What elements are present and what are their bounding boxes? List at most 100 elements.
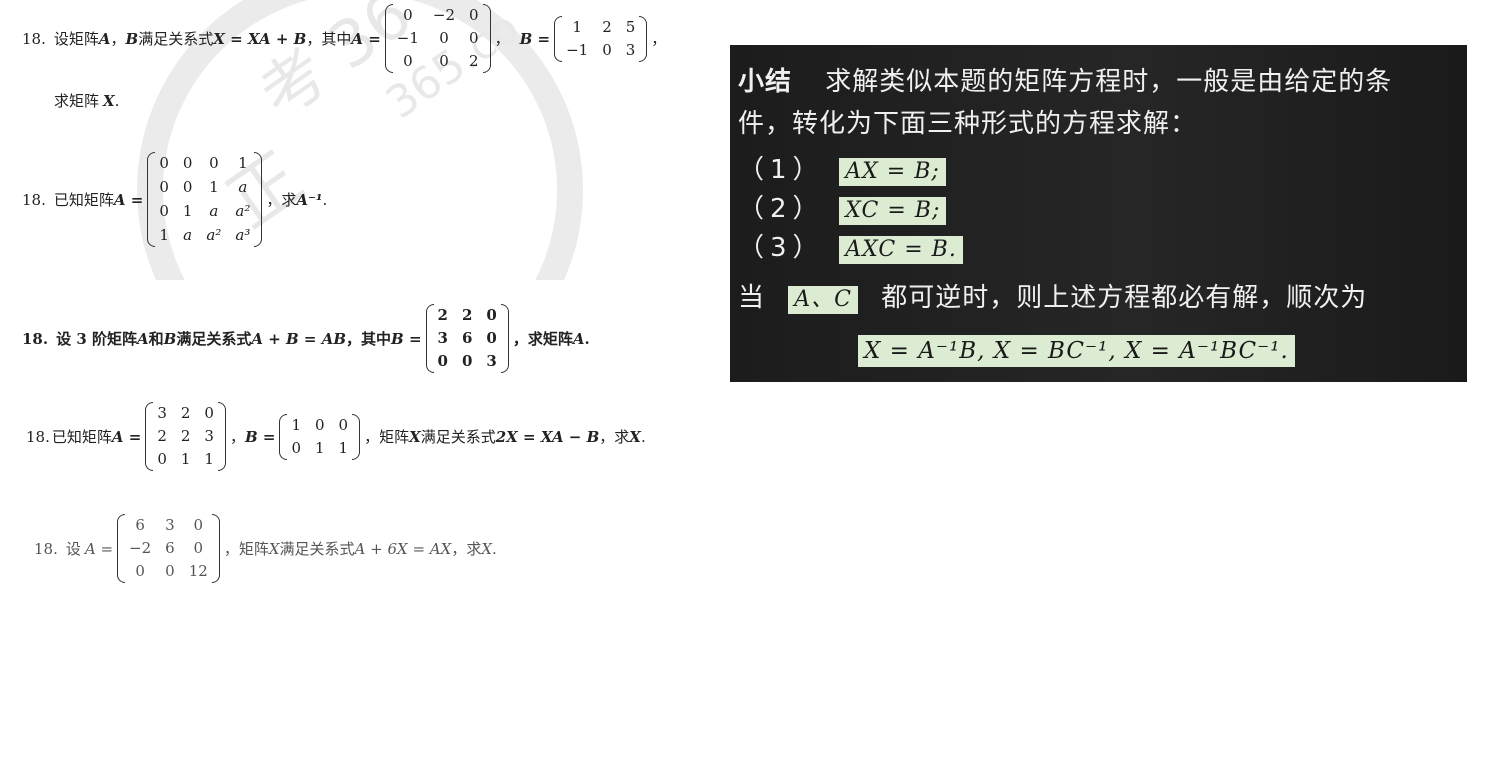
matrix-b: 100011: [279, 413, 361, 460]
matrix-cell: 1: [204, 450, 214, 468]
summary-item-1: （1） AX = B;: [738, 149, 946, 186]
matrix-cell: 3: [437, 329, 448, 347]
problem-1-line-2: 求矩阵 X .: [54, 90, 119, 111]
separator: .: [114, 91, 120, 110]
matrix-a: 0 −2 0 −1 0 0 0 0 2: [384, 4, 491, 73]
problem-text: 设 3 阶矩阵: [56, 330, 137, 348]
matrix-a: 0 0 0 1 0 0 1 a 0 1 a a² 1 a a² a³: [147, 152, 263, 247]
problem-text: ，求: [451, 540, 482, 558]
matrix-cell: 0: [338, 415, 349, 434]
problem-number: 18.: [22, 190, 46, 209]
problem-5: 18. 设 A = 6 3 0 −2 6 0 0 0 12 ，矩阵 X 满足关系式 A + 6X…: [34, 514, 497, 583]
summary-solution: X = A⁻¹B, X = BC⁻¹, X = A⁻¹BC⁻¹.: [858, 335, 1295, 367]
problem-1: 18. 设矩阵 A ， B 满足关系式 X = XA + B ，其中 A = 0…: [22, 4, 666, 73]
matrix-cell: 2: [180, 404, 191, 422]
item-label: （1）: [738, 155, 825, 185]
separator: .: [640, 427, 646, 446]
matrix-cell: a²: [206, 226, 222, 244]
matrix-cell: 0: [182, 154, 193, 172]
matrix-var: X: [268, 539, 280, 558]
matrix-cell: 0: [469, 6, 479, 24]
summary-text: 当: [738, 283, 766, 313]
matrix-var: B: [163, 329, 177, 348]
matrix-cell: 1: [209, 178, 219, 196]
problem-text: 设矩阵: [53, 30, 99, 48]
matrix-var: X: [409, 427, 421, 446]
separator: .: [492, 539, 497, 558]
matrix-cell: 1: [291, 415, 301, 434]
matrix-var: X: [103, 91, 115, 110]
matrix-a: 6 3 0 −2 6 0 0 0 12: [117, 514, 220, 583]
problem-number: 18.: [34, 539, 58, 558]
matrix-cell: 1: [338, 438, 349, 457]
matrix-cell: 0: [182, 178, 193, 196]
summary-panel: 小结 求解类似本题的矩阵方程时，一般是由给定的条 件，转化为下面三种形式的方程求…: [730, 45, 1467, 382]
item-label: （3）: [738, 233, 825, 263]
problem-text: ，求: [599, 428, 630, 446]
matrix-var: B: [125, 29, 139, 48]
matrix-cell: 0: [602, 40, 612, 59]
matrix-cell: −1: [566, 40, 589, 59]
matrix-cell: 0: [193, 539, 204, 557]
matrix-cell: 0: [209, 154, 219, 172]
matrix-cell: 2: [437, 306, 448, 324]
problem-number: 18.: [26, 427, 50, 446]
summary-text: 件，转化为下面三种形式的方程求解：: [738, 109, 1198, 139]
matrix-label: B =: [391, 329, 422, 348]
matrix-cell: 0: [461, 352, 473, 370]
problem-text: ，矩阵: [223, 540, 269, 558]
matrix-cell: 2: [461, 306, 473, 324]
problem-text: ，矩阵: [364, 428, 410, 446]
solution-formula: X = A⁻¹B, X = BC⁻¹, X = A⁻¹BC⁻¹.: [858, 335, 1295, 367]
matrix-cell: 2: [469, 52, 479, 70]
matrix-cell: 0: [135, 562, 145, 580]
matrix-label: A =: [351, 29, 381, 48]
item-formula: XC = B;: [839, 197, 947, 225]
matrix-cell: 0: [165, 562, 175, 580]
target-var: X: [481, 539, 493, 558]
problem-4: 18. 已知矩阵 A = 320223011 ， B = 100011 ，矩阵 …: [26, 402, 646, 471]
target-var: A⁻¹: [296, 190, 323, 209]
problem-text: 求矩阵: [54, 92, 100, 110]
matrix-cell: 3: [165, 516, 175, 534]
matrix-cell: 3: [204, 427, 214, 445]
matrix-cell: a³: [235, 226, 251, 244]
problem-text: 满足关系式: [420, 428, 496, 446]
target-var: X: [629, 427, 641, 446]
matrix-cell: 1: [238, 154, 248, 172]
matrix-cell: 6: [461, 329, 473, 347]
matrix-cell: a: [209, 202, 219, 220]
matrix-cell: −2: [129, 539, 152, 557]
matrix-cell: 0: [486, 306, 497, 324]
problem-text: 满足关系式: [176, 330, 252, 348]
matrix-cell: −2: [432, 6, 456, 24]
matrix-label: A =: [111, 427, 142, 446]
problem-number: 18.: [22, 29, 46, 48]
separator: ，: [494, 30, 510, 48]
item-label: （2）: [738, 194, 825, 224]
matrix-cell: 2: [180, 427, 191, 445]
matrix-cell: 0: [439, 52, 449, 70]
matrix-cell: 0: [204, 404, 214, 422]
matrix-cell: a²: [235, 202, 251, 220]
matrix-cell: 3: [157, 404, 167, 422]
target-var: A: [572, 329, 585, 348]
matrix-cell: 3: [486, 352, 497, 370]
matrix-label: A =: [84, 539, 114, 558]
separator: ，: [651, 30, 667, 48]
problem-text: 已知矩阵: [51, 428, 112, 446]
equation: X = XA + B: [213, 29, 307, 48]
summary-condition: 当 A、C 都可逆时，则上述方程都必有解，顺次为: [738, 277, 1367, 314]
equation: A + B = AB: [251, 329, 347, 348]
problem-text: 已知矩阵: [53, 191, 114, 209]
problem-text: ，求: [266, 191, 297, 209]
separator: .: [584, 329, 590, 348]
matrix-cell: 12: [188, 562, 208, 580]
item-formula: AXC = B.: [839, 236, 963, 264]
matrix-cell: −1: [396, 29, 419, 47]
matrix-cell: 0: [439, 29, 449, 47]
equation: 2X = XA − B: [495, 427, 600, 446]
matrix-cell: 1: [159, 226, 169, 244]
matrix-cell: 0: [159, 202, 169, 220]
matrix-label: B =: [244, 427, 276, 446]
